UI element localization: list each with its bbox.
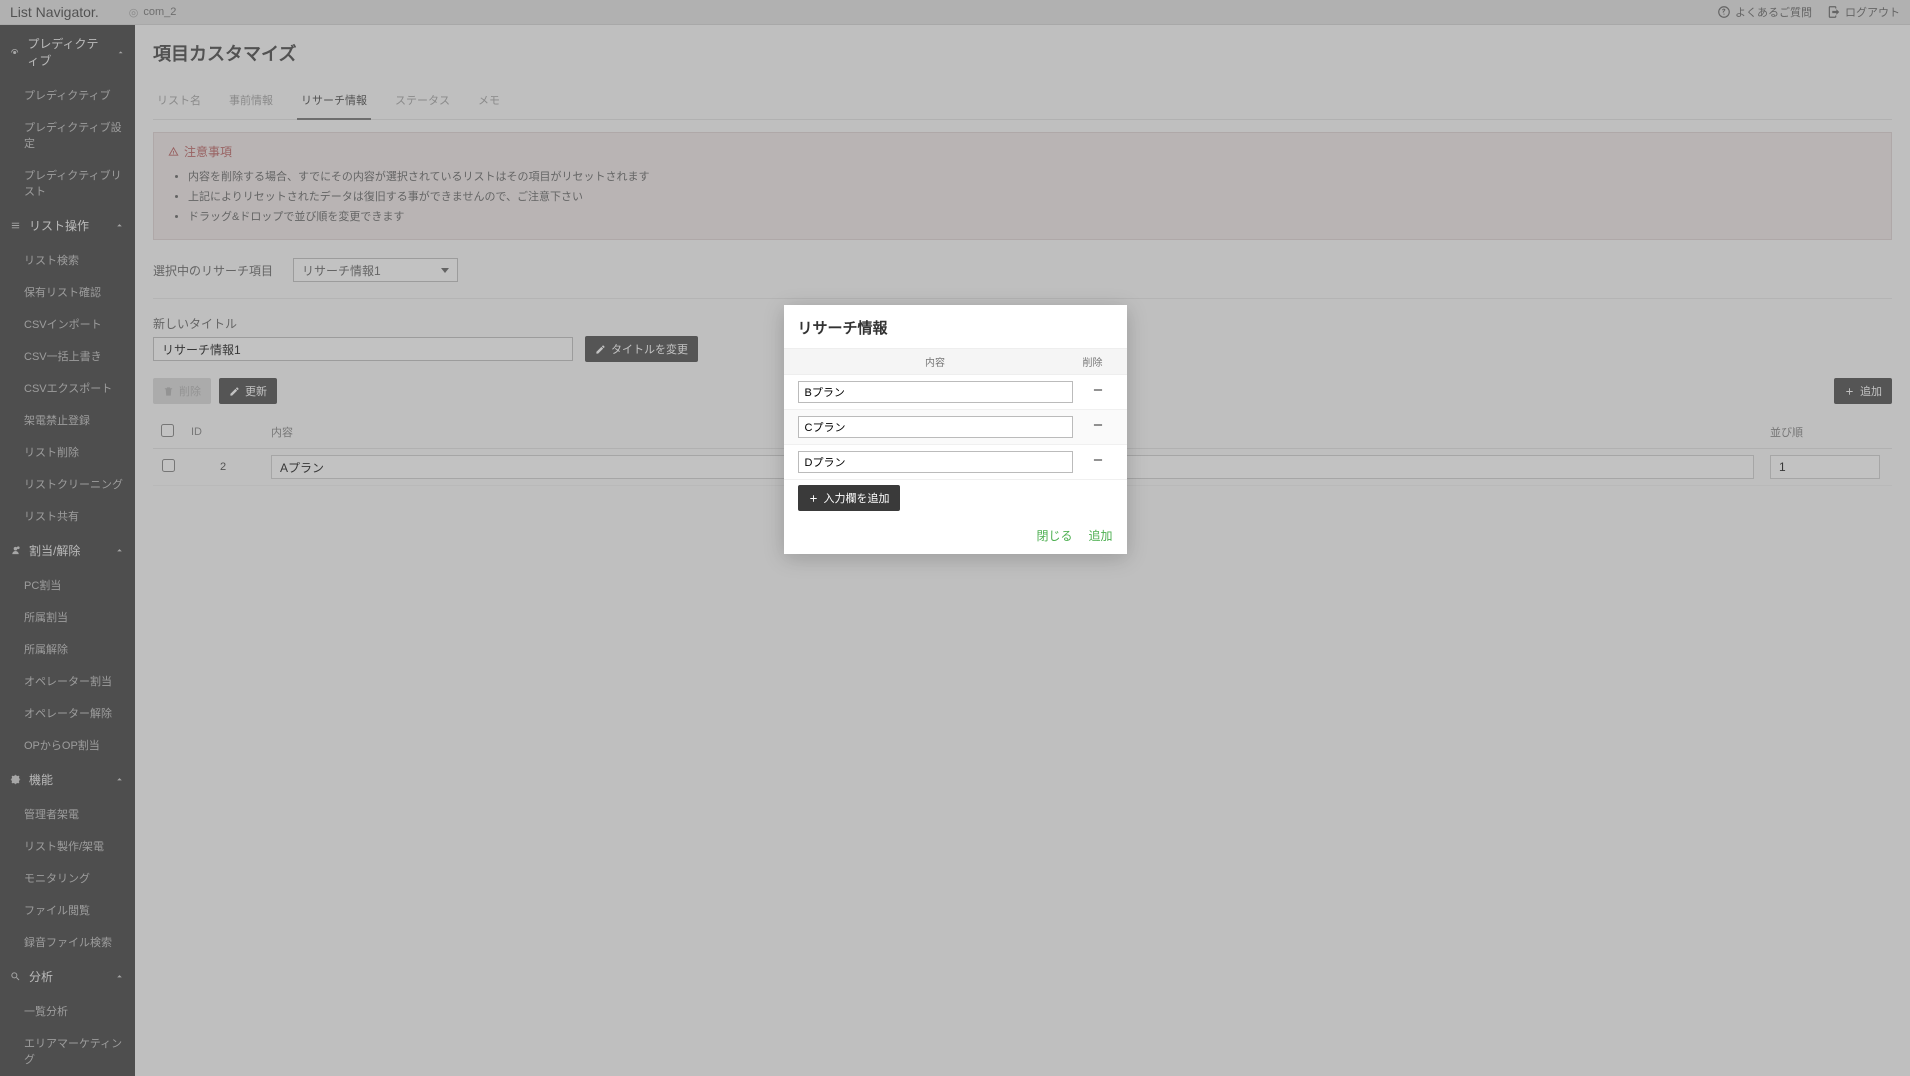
modal-input[interactable] bbox=[798, 381, 1073, 403]
modal-row bbox=[784, 445, 1127, 480]
modal-add-row: 入力欄を追加 bbox=[784, 480, 1127, 519]
modal-title: リサーチ情報 bbox=[784, 305, 1127, 348]
modal-footer: 閉じる 追加 bbox=[784, 519, 1127, 554]
research-modal: リサーチ情報 内容 削除 入力欄を追加 閉じる 追加 bbox=[784, 305, 1127, 554]
modal-th-content: 内容 bbox=[798, 354, 1073, 369]
modal-submit-button[interactable]: 追加 bbox=[1088, 527, 1112, 544]
modal-overlay[interactable]: リサーチ情報 内容 削除 入力欄を追加 閉じる 追加 bbox=[0, 0, 1910, 1076]
remove-row-button[interactable] bbox=[1083, 418, 1113, 436]
add-field-button[interactable]: 入力欄を追加 bbox=[798, 485, 900, 511]
modal-input[interactable] bbox=[798, 416, 1073, 438]
add-field-text: 入力欄を追加 bbox=[824, 490, 890, 506]
minus-icon bbox=[1091, 383, 1105, 397]
remove-row-button[interactable] bbox=[1083, 383, 1113, 401]
modal-input[interactable] bbox=[798, 451, 1073, 473]
minus-icon bbox=[1091, 453, 1105, 467]
modal-thead: 内容 削除 bbox=[784, 348, 1127, 375]
modal-row bbox=[784, 410, 1127, 445]
modal-th-delete: 削除 bbox=[1073, 354, 1113, 369]
plus-icon bbox=[808, 493, 819, 504]
modal-close-button[interactable]: 閉じる bbox=[1036, 527, 1072, 544]
remove-row-button[interactable] bbox=[1083, 453, 1113, 471]
minus-icon bbox=[1091, 418, 1105, 432]
modal-row bbox=[784, 375, 1127, 410]
